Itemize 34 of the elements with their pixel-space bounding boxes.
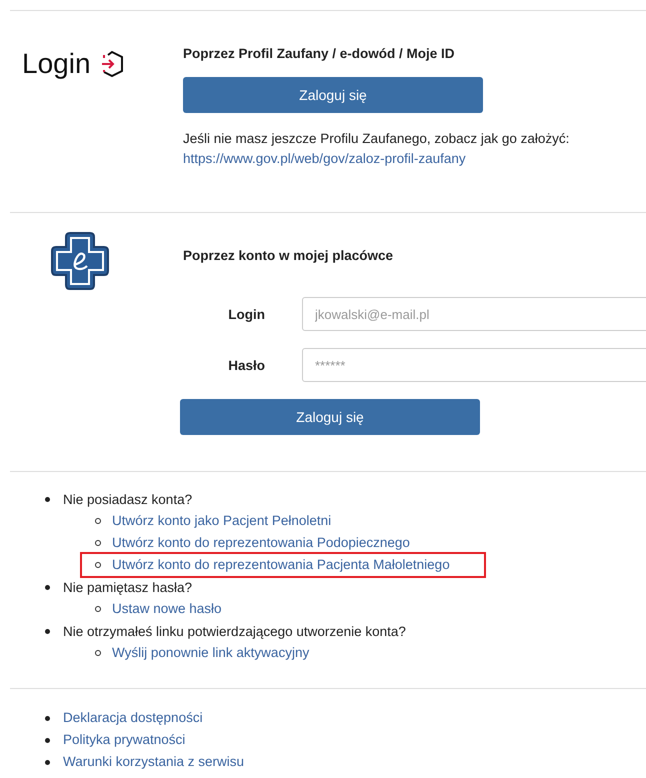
profile-link[interactable]: https://www.gov.pl/web/gov/zaloz-profil-zaufany — [183, 151, 466, 166]
help-question: Nie pamiętasz hasła? — [63, 580, 192, 594]
bullet-icon — [45, 738, 50, 742]
input-field[interactable]: ****** — [302, 348, 646, 382]
help-link[interactable]: Utwórz konto do reprezentowania Podopiecznego — [112, 533, 410, 553]
help-link[interactable]: Wyślij ponownie link aktywacyjny — [112, 643, 310, 663]
bullet-icon — [45, 760, 50, 764]
input-field[interactable]: jkowalski@e-mail.pl — [302, 297, 646, 331]
bullet-icon — [45, 716, 50, 720]
info-text: Jeśli nie masz jeszcze Profilu Zaufanego, zobacz jak go założyć: — [183, 130, 570, 148]
help-question: Nie otrzymałeś linku potwierdzającego utworzenie konta? — [63, 624, 406, 638]
login-button[interactable]: Zaloguj się — [180, 399, 480, 435]
bullet-icon — [95, 518, 101, 524]
medical-cross-logo-icon — [50, 231, 110, 291]
footer-link[interactable]: Polityka prywatności — [63, 730, 186, 750]
bullet-icon — [45, 584, 50, 590]
bullet-icon — [95, 606, 101, 612]
footer-link[interactable]: Warunki korzystania z serwisu — [63, 752, 244, 772]
login-button[interactable]: Zaloguj się — [183, 77, 483, 113]
help-link[interactable]: Utwórz konto do reprezentowania Pacjenta Małoletniego — [112, 555, 450, 575]
help-question: Nie posiadasz konta? — [63, 492, 192, 506]
field-label: Login — [227, 306, 265, 322]
bullet-icon — [95, 562, 101, 568]
help-link[interactable]: Ustaw nowe hasło — [112, 599, 222, 619]
help-link[interactable]: Utwórz konto jako Pacjent Pełnoletni — [112, 511, 332, 531]
bullet-icon — [45, 628, 50, 634]
field-label: Hasło — [227, 358, 265, 372]
section-heading: Poprzez Profil Zaufany / e-dowód / Moje ID — [183, 45, 456, 63]
footer-link[interactable]: Deklaracja dostępności — [63, 708, 203, 728]
login-title: Login — [22, 48, 91, 80]
bullet-icon — [95, 540, 101, 546]
section-heading: Poprzez konto w mojej placówce — [183, 247, 394, 265]
bullet-icon — [45, 496, 50, 502]
bullet-icon — [95, 650, 101, 656]
